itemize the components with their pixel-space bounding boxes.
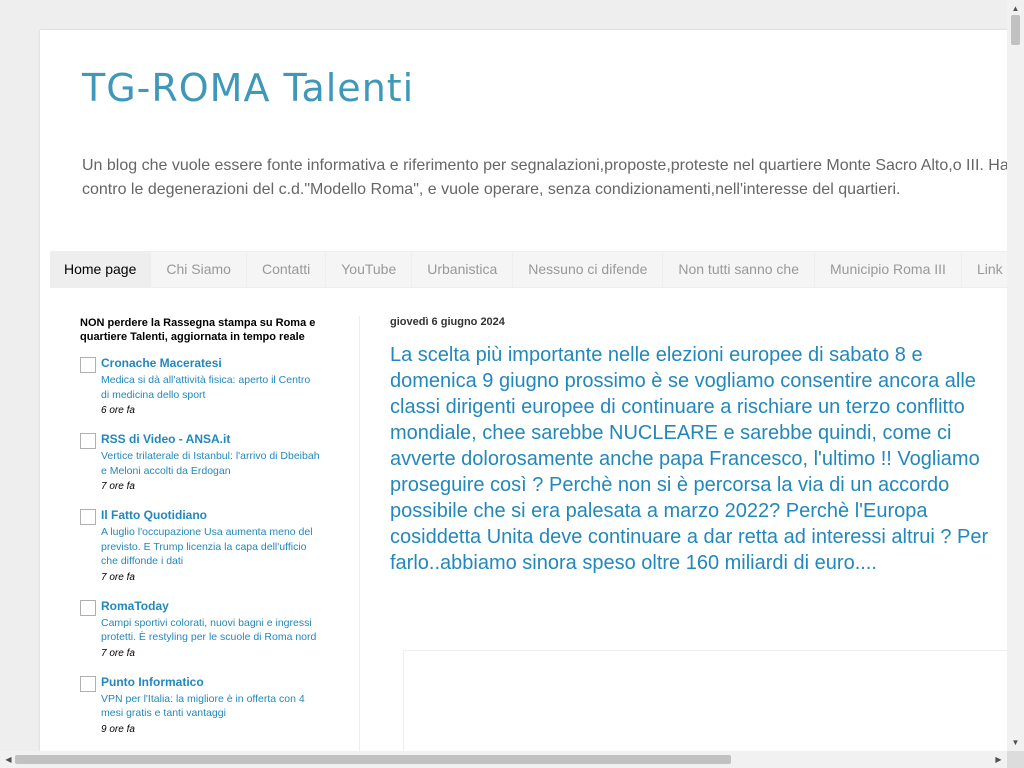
feed-item: Punto Informatico VPN per l'Italia: la m… bbox=[80, 675, 320, 737]
feed-time: 6 ore fa bbox=[101, 405, 135, 416]
feed-article-link[interactable]: VPN per l'Italia: la migliore è in offer… bbox=[101, 692, 320, 721]
tab-municipio-roma-iii[interactable]: Municipio Roma III bbox=[814, 252, 961, 287]
blog-description: Un blog che vuole essere fonte informati… bbox=[82, 157, 1008, 198]
feed-source-link[interactable]: Cronache Maceratesi bbox=[101, 356, 320, 370]
feed-favicon-icon bbox=[80, 357, 96, 373]
horizontal-scrollbar[interactable]: ◀ ▶ bbox=[0, 751, 1007, 768]
feed-favicon-icon bbox=[80, 433, 96, 449]
feed-source-link[interactable]: RSS di Video - ANSA.it bbox=[101, 432, 320, 446]
tab-contatti[interactable]: Contatti bbox=[245, 252, 325, 287]
feed-source-link[interactable]: Il Fatto Quotidiano bbox=[101, 508, 320, 522]
feed-item: RomaToday Campi sportivi colorati, nuovi… bbox=[80, 599, 320, 661]
post-date: giovedì 6 giugno 2024 bbox=[390, 316, 505, 328]
vertical-scroll-thumb[interactable] bbox=[1011, 15, 1020, 45]
feed-item: Il Fatto Quotidiano A luglio l'occupazio… bbox=[80, 508, 320, 585]
feed-article-link[interactable]: Vertice trilaterale di Istanbul: l'arriv… bbox=[101, 449, 320, 478]
vertical-scrollbar[interactable]: ▲ ▼ bbox=[1007, 0, 1024, 751]
tab-non-tutti-sanno-che[interactable]: Non tutti sanno che bbox=[662, 252, 814, 287]
column-divider bbox=[359, 316, 360, 752]
scroll-right-arrow-icon[interactable]: ▶ bbox=[990, 751, 1007, 768]
post-embed bbox=[403, 650, 1008, 752]
feed-item: Cronache Maceratesi Medica si dà all'att… bbox=[80, 356, 320, 418]
nav-tabs: Home page Chi Siamo Contatti YouTube Urb… bbox=[50, 251, 1008, 288]
tab-chi-siamo[interactable]: Chi Siamo bbox=[150, 252, 246, 287]
tab-nessuno-ci-difende[interactable]: Nessuno ci difende bbox=[512, 252, 662, 287]
feed-favicon-icon bbox=[80, 509, 96, 525]
feed-widget-title: NON perdere la Rassegna stampa su Roma e… bbox=[80, 317, 316, 343]
post-title[interactable]: La scelta più importante nelle elezioni … bbox=[390, 342, 990, 576]
tab-youtube[interactable]: YouTube bbox=[325, 252, 411, 287]
feed-favicon-icon bbox=[80, 599, 96, 616]
sidebar: NON perdere la Rassegna stampa su Roma e… bbox=[80, 316, 320, 751]
feed-article-link[interactable]: Medica si dà all'attività fisica: aperto… bbox=[101, 373, 320, 402]
feed-article-link[interactable]: Campi sportivi colorati, nuovi bagni e i… bbox=[101, 616, 320, 645]
feed-source-link[interactable]: RomaToday bbox=[101, 599, 320, 613]
scrollbar-corner bbox=[1007, 751, 1024, 768]
feed-article-link[interactable]: A luglio l'occupazione Usa aumenta meno … bbox=[101, 525, 320, 569]
horizontal-scroll-thumb[interactable] bbox=[15, 755, 731, 764]
tab-urbanistica[interactable]: Urbanistica bbox=[411, 252, 512, 287]
feed-time: 9 ore fa bbox=[101, 723, 135, 735]
scroll-down-arrow-icon[interactable]: ▼ bbox=[1007, 734, 1024, 751]
feed-item: RSS di Video - ANSA.it Vertice trilatera… bbox=[80, 432, 320, 494]
blog-title[interactable]: TG-ROMA Talenti bbox=[82, 66, 414, 110]
blog-page: TG-ROMA Talenti Un blog che vuole essere… bbox=[40, 30, 1008, 752]
feed-time: 7 ore fa bbox=[101, 647, 135, 659]
tab-link[interactable]: Link bbox=[960, 252, 1008, 287]
feed-source-link[interactable]: Punto Informatico bbox=[101, 675, 320, 689]
feed-time: 7 ore fa bbox=[101, 571, 135, 583]
tab-home-page[interactable]: Home page bbox=[50, 252, 151, 287]
feed-time: 7 ore fa bbox=[101, 481, 135, 492]
feed-favicon-icon bbox=[80, 675, 96, 692]
main-column: giovedì 6 giugno 2024 La scelta più impo… bbox=[390, 316, 1008, 752]
